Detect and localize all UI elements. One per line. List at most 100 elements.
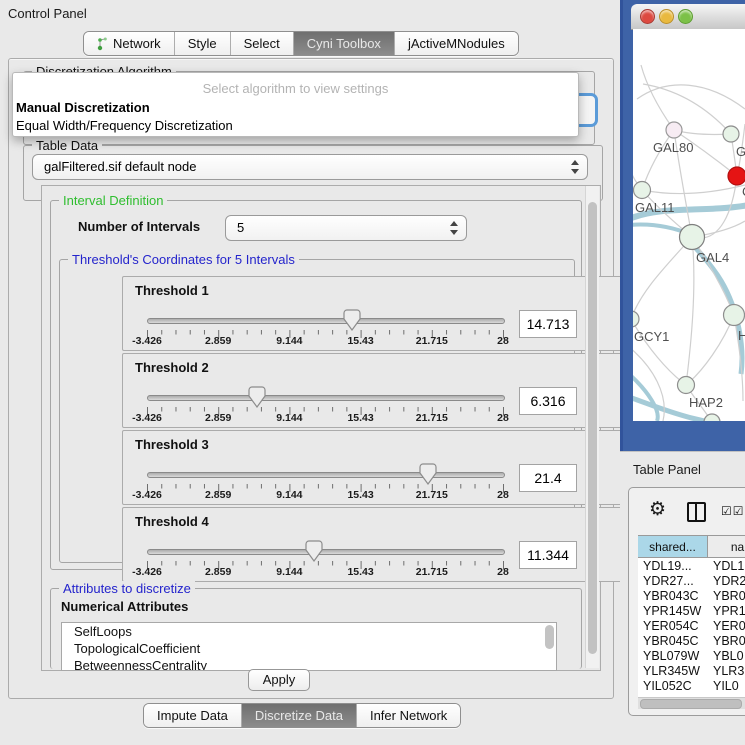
network-edge[interactable] <box>643 84 731 134</box>
table-cell-shared-name[interactable]: YDR27... <box>643 574 694 588</box>
table-cell-name[interactable]: YIL0 <box>713 679 739 693</box>
column-header-name[interactable]: na <box>708 535 745 558</box>
threshold-value-field[interactable]: 14.713 <box>519 310 577 338</box>
attribute-list-item[interactable]: BetweennessCentrality <box>62 657 556 671</box>
table-cell-shared-name[interactable]: YPR145W <box>643 604 701 618</box>
network-node-gal80[interactable] <box>666 122 682 138</box>
settings-gear-icon[interactable]: ⚙ <box>649 500 666 519</box>
network-edge[interactable] <box>686 237 694 385</box>
tab-style[interactable]: Style <box>174 32 230 55</box>
network-edge[interactable] <box>633 237 692 319</box>
table-cell-name[interactable]: YDL1 <box>713 559 744 573</box>
table-cell-name[interactable]: YER0 <box>713 619 745 633</box>
network-edge[interactable] <box>686 315 734 385</box>
attribute-list-item[interactable]: SelfLoops <box>62 623 556 640</box>
network-node-label: G <box>736 144 745 159</box>
table-hscrollbar-track[interactable] <box>638 697 745 709</box>
interval-definition-group: Interval Definition Number of Intervals … <box>50 200 582 570</box>
table-cell-name[interactable]: YPR1 <box>713 604 745 618</box>
network-edge[interactable] <box>641 65 674 130</box>
network-node-label: GCY1 <box>634 329 669 344</box>
threshold-value-field[interactable]: 11.344 <box>519 541 577 569</box>
scale-label: 9.144 <box>257 412 321 424</box>
network-edge[interactable] <box>642 185 745 194</box>
scale-label: 2.859 <box>186 489 250 501</box>
table-cell-name[interactable]: YBR0 <box>713 634 745 648</box>
threshold-slider-track[interactable] <box>147 472 505 478</box>
minimize-traffic-light-icon[interactable] <box>659 9 674 24</box>
close-traffic-light-icon[interactable] <box>640 9 655 24</box>
zoom-traffic-light-icon[interactable] <box>678 9 693 24</box>
apply-button[interactable]: Apply <box>248 669 310 691</box>
threshold-label: Threshold 4 <box>135 514 209 529</box>
checkbox-pair-icon[interactable]: ☑☑ <box>721 504 745 518</box>
network-node-gal4[interactable] <box>680 225 705 250</box>
network-node-h[interactable] <box>724 305 745 326</box>
attributes-scrollbar[interactable] <box>545 625 554 649</box>
number-of-intervals-spinner[interactable]: 5 <box>225 215 467 241</box>
threshold-value-field[interactable]: 6.316 <box>519 387 577 415</box>
threshold-slider-handle[interactable] <box>343 309 361 331</box>
table-cell-name[interactable]: YBL0 <box>713 649 744 663</box>
mode-tab-label: Discretize Data <box>255 708 343 723</box>
table-cell-shared-name[interactable]: YIL052C <box>643 679 692 693</box>
tab-cyni-toolbox[interactable]: Cyni Toolbox <box>293 32 394 55</box>
algorithm-option[interactable]: Equal Width/Frequency Discretization <box>16 118 233 133</box>
scale-label: 21.715 <box>400 412 464 424</box>
scale-label: 2.859 <box>186 335 250 347</box>
table-cell-name[interactable]: YBR0 <box>713 589 745 603</box>
mode-tab-discretize-data[interactable]: Discretize Data <box>241 704 356 727</box>
table-cell-name[interactable]: YLR3 <box>713 664 744 678</box>
attribute-list-item[interactable]: TopologicalCoefficient <box>62 640 556 657</box>
threshold-slider-track[interactable] <box>147 318 505 324</box>
table-cell-shared-name[interactable]: YBR043C <box>643 589 699 603</box>
network-node-gal11[interactable] <box>634 182 651 199</box>
algorithm-option[interactable]: Manual Discretization <box>16 100 150 115</box>
network-node-g[interactable] <box>723 126 739 142</box>
table-cell-shared-name[interactable]: YLR345W <box>643 664 700 678</box>
threshold-slider-handle[interactable] <box>305 540 323 562</box>
threshold-panel: Threshold 2-3.4262.8599.14415.4321.71528… <box>122 353 628 428</box>
column-layout-icon[interactable] <box>687 502 706 522</box>
numerical-attributes-list[interactable]: SelfLoopsTopologicalCoefficientBetweenne… <box>61 622 557 671</box>
table-cell-shared-name[interactable]: YBL079W <box>643 649 699 663</box>
network-node-label: GAL4 <box>696 250 729 265</box>
numerical-attributes-label: Numerical Attributes <box>61 599 188 614</box>
network-edge[interactable] <box>642 130 674 190</box>
network-node-hap2[interactable] <box>678 377 695 394</box>
network-node-red-node[interactable] <box>728 167 745 185</box>
network-icon <box>97 37 108 51</box>
threshold-slider-track[interactable] <box>147 395 505 401</box>
threshold-label: Threshold 3 <box>135 437 209 452</box>
combo-stepper-icon[interactable] <box>571 159 580 175</box>
tab-select[interactable]: Select <box>230 32 293 55</box>
threshold-slider-track[interactable] <box>147 549 505 555</box>
tab-network[interactable]: Network <box>84 32 174 55</box>
table-cell-shared-name[interactable]: YER054C <box>643 619 699 633</box>
panel-scrollbar-thumb[interactable] <box>588 202 597 654</box>
table-cell-shared-name[interactable]: YBR045C <box>643 634 699 648</box>
mode-tab-infer-network[interactable]: Infer Network <box>356 704 460 727</box>
table-cell-name[interactable]: YDR2 <box>713 574 745 588</box>
tab-label: Style <box>188 36 217 51</box>
network-node-gcy1[interactable] <box>633 311 639 327</box>
threshold-value-field[interactable]: 21.4 <box>519 464 577 492</box>
scale-label: 21.715 <box>400 335 464 347</box>
column-header-shared-name[interactable]: shared... <box>638 535 708 558</box>
table-cell-shared-name[interactable]: YDL19... <box>643 559 692 573</box>
tab-label: Select <box>244 36 280 51</box>
tab-jactivemnodules[interactable]: jActiveMNodules <box>394 32 518 55</box>
network-canvas[interactable]: GAL80GCGAL11GAL4GCY1HHAP2 <box>633 29 745 421</box>
threshold-slider-handle[interactable] <box>419 463 437 485</box>
threshold-slider-handle[interactable] <box>248 386 266 408</box>
table-hscrollbar-thumb[interactable] <box>640 699 742 709</box>
network-window-titlebar <box>631 4 745 30</box>
cyni-toolbox-panel: Discretization Algorithm Table Data galF… <box>8 58 614 699</box>
control-panel-titlebar: Control Panel ✕ <box>0 0 620 26</box>
table-data-combo[interactable]: galFiltered.sif default node <box>32 154 588 180</box>
mode-tab-impute-data[interactable]: Impute Data <box>144 704 241 727</box>
panel-scrollbar-track[interactable] <box>585 186 599 668</box>
network-node-bottom-node[interactable] <box>704 414 720 421</box>
spinner-stepper-icon[interactable] <box>450 220 459 236</box>
table-panel: Table Panel ⚙ ☑☑ shared...na YDL19...YDL… <box>620 451 745 745</box>
